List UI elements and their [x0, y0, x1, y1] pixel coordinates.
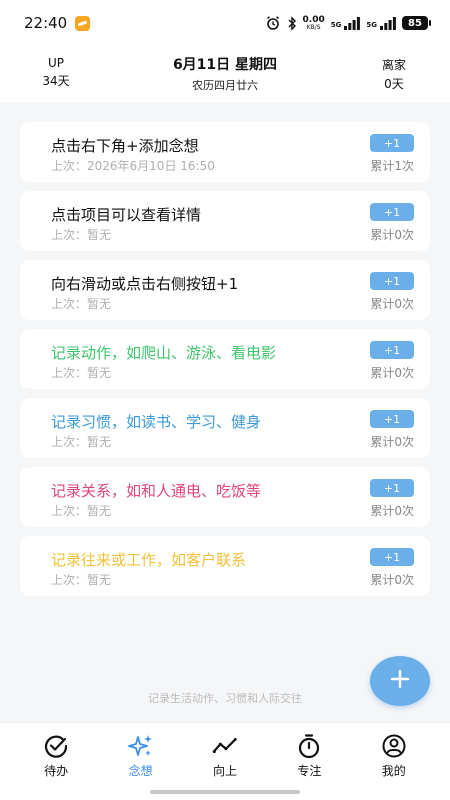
- away-counter[interactable]: 离家 0天: [374, 56, 414, 92]
- thought-list: 点击右下角+添加念想 上次：2026年6月10日 16:50 +1 累计1次 点…: [20, 122, 430, 605]
- tab-label: 向上: [212, 764, 237, 778]
- item-last-time: 上次：暂无: [51, 228, 112, 242]
- plus-icon: [389, 668, 411, 694]
- profile-icon: [381, 733, 407, 759]
- item-last-time: 上次：暂无: [51, 435, 112, 449]
- item-count: 累计0次: [370, 297, 414, 311]
- list-item[interactable]: 记录动作，如爬山、游泳、看电影 上次：暂无 +1 累计0次: [20, 329, 430, 389]
- date-header: UP 34天 6月11日 星期四 农历四月廿六 离家 0天: [0, 46, 450, 102]
- item-last-time: 上次：2026年6月10日 16:50: [51, 159, 215, 173]
- item-last-time: 上次：暂无: [51, 366, 112, 380]
- item-title: 点击项目可以查看详情: [51, 206, 202, 224]
- bluetooth-icon: [287, 15, 297, 31]
- tab-label: 待办: [44, 764, 69, 778]
- plus-one-button[interactable]: +1: [370, 410, 414, 428]
- net-speed-unit: KB/S: [306, 23, 321, 31]
- status-time: 22:40: [24, 14, 68, 32]
- item-title: 记录往来或工作，如客户联系: [51, 551, 247, 569]
- battery-icon: 85: [402, 16, 431, 30]
- item-count: 累计0次: [370, 435, 414, 449]
- sparkle-icon: [127, 733, 154, 759]
- home-indicator[interactable]: [150, 790, 300, 794]
- status-right: 0.00 KB/S 5G 5G 85: [265, 15, 431, 31]
- app-screen: 22:40 0.00 KB/S 5G 5G 85 UP 34天 6月11日 星期…: [0, 0, 450, 800]
- plus-one-button[interactable]: +1: [370, 548, 414, 566]
- tab-focus[interactable]: 专注: [279, 723, 339, 800]
- list-item[interactable]: 记录关系，如和人通电、吃饭等 上次：暂无 +1 累计0次: [20, 467, 430, 527]
- add-thought-button[interactable]: [370, 656, 430, 706]
- plus-one-button[interactable]: +1: [370, 272, 414, 290]
- stopwatch-icon: [296, 733, 322, 759]
- bottom-nav: 待办 念想 向上 专注 我的: [0, 722, 450, 800]
- list-item[interactable]: 点击项目可以查看详情 上次：暂无 +1 累计0次: [20, 191, 430, 251]
- signal2-label: 5G: [366, 21, 377, 29]
- signal-icon: [380, 16, 396, 30]
- status-left: 22:40: [24, 14, 91, 32]
- tab-thoughts[interactable]: 念想: [111, 723, 171, 800]
- item-title: 记录关系，如和人通电、吃饭等: [51, 482, 262, 500]
- plus-one-button[interactable]: +1: [370, 341, 414, 359]
- tab-label: 我的: [381, 764, 406, 778]
- tab-todo[interactable]: 待办: [26, 723, 86, 800]
- trend-line-icon: [212, 733, 238, 759]
- tab-label: 专注: [297, 764, 322, 778]
- list-item[interactable]: 记录往来或工作，如客户联系 上次：暂无 +1 累计0次: [20, 536, 430, 596]
- signal1-label: 5G: [330, 21, 342, 29]
- item-last-time: 上次：暂无: [51, 573, 112, 587]
- item-title: 向右滑动或点击右侧按钮+1: [51, 275, 239, 293]
- item-title: 点击右下角+添加念想: [51, 137, 199, 155]
- plus-one-button[interactable]: +1: [370, 479, 414, 497]
- away-label: 离家: [381, 58, 406, 72]
- alarm-icon: [265, 15, 281, 31]
- check-circle-icon: [43, 733, 69, 759]
- item-title: 记录习惯，如读书、学习、健身: [51, 413, 262, 431]
- item-count: 累计0次: [370, 504, 414, 518]
- net-speed: 0.00 KB/S: [303, 15, 325, 31]
- item-count: 累计0次: [370, 366, 414, 380]
- plus-one-button[interactable]: +1: [370, 134, 414, 152]
- plus-one-button[interactable]: +1: [370, 203, 414, 221]
- list-item[interactable]: 点击右下角+添加念想 上次：2026年6月10日 16:50 +1 累计1次: [20, 122, 430, 182]
- item-count: 累计0次: [370, 228, 414, 242]
- away-days: 0天: [384, 77, 404, 91]
- signal-icon: [344, 16, 361, 30]
- item-last-time: 上次：暂无: [51, 504, 112, 518]
- list-item[interactable]: 记录习惯，如读书、学习、健身 上次：暂无 +1 累计0次: [20, 398, 430, 458]
- item-last-time: 上次：暂无: [51, 297, 112, 311]
- status-bar: 22:40 0.00 KB/S 5G 5G 85: [0, 0, 450, 46]
- tab-label: 念想: [128, 764, 153, 778]
- tab-profile[interactable]: 我的: [364, 723, 424, 800]
- tab-upward[interactable]: 向上: [195, 723, 255, 800]
- app-badge-icon: [75, 15, 91, 31]
- list-item[interactable]: 向右滑动或点击右侧按钮+1 上次：暂无 +1 累计0次: [20, 260, 430, 320]
- item-count: 累计0次: [370, 573, 414, 587]
- item-count: 累计1次: [370, 159, 414, 173]
- item-title: 记录动作，如爬山、游泳、看电影: [51, 344, 277, 362]
